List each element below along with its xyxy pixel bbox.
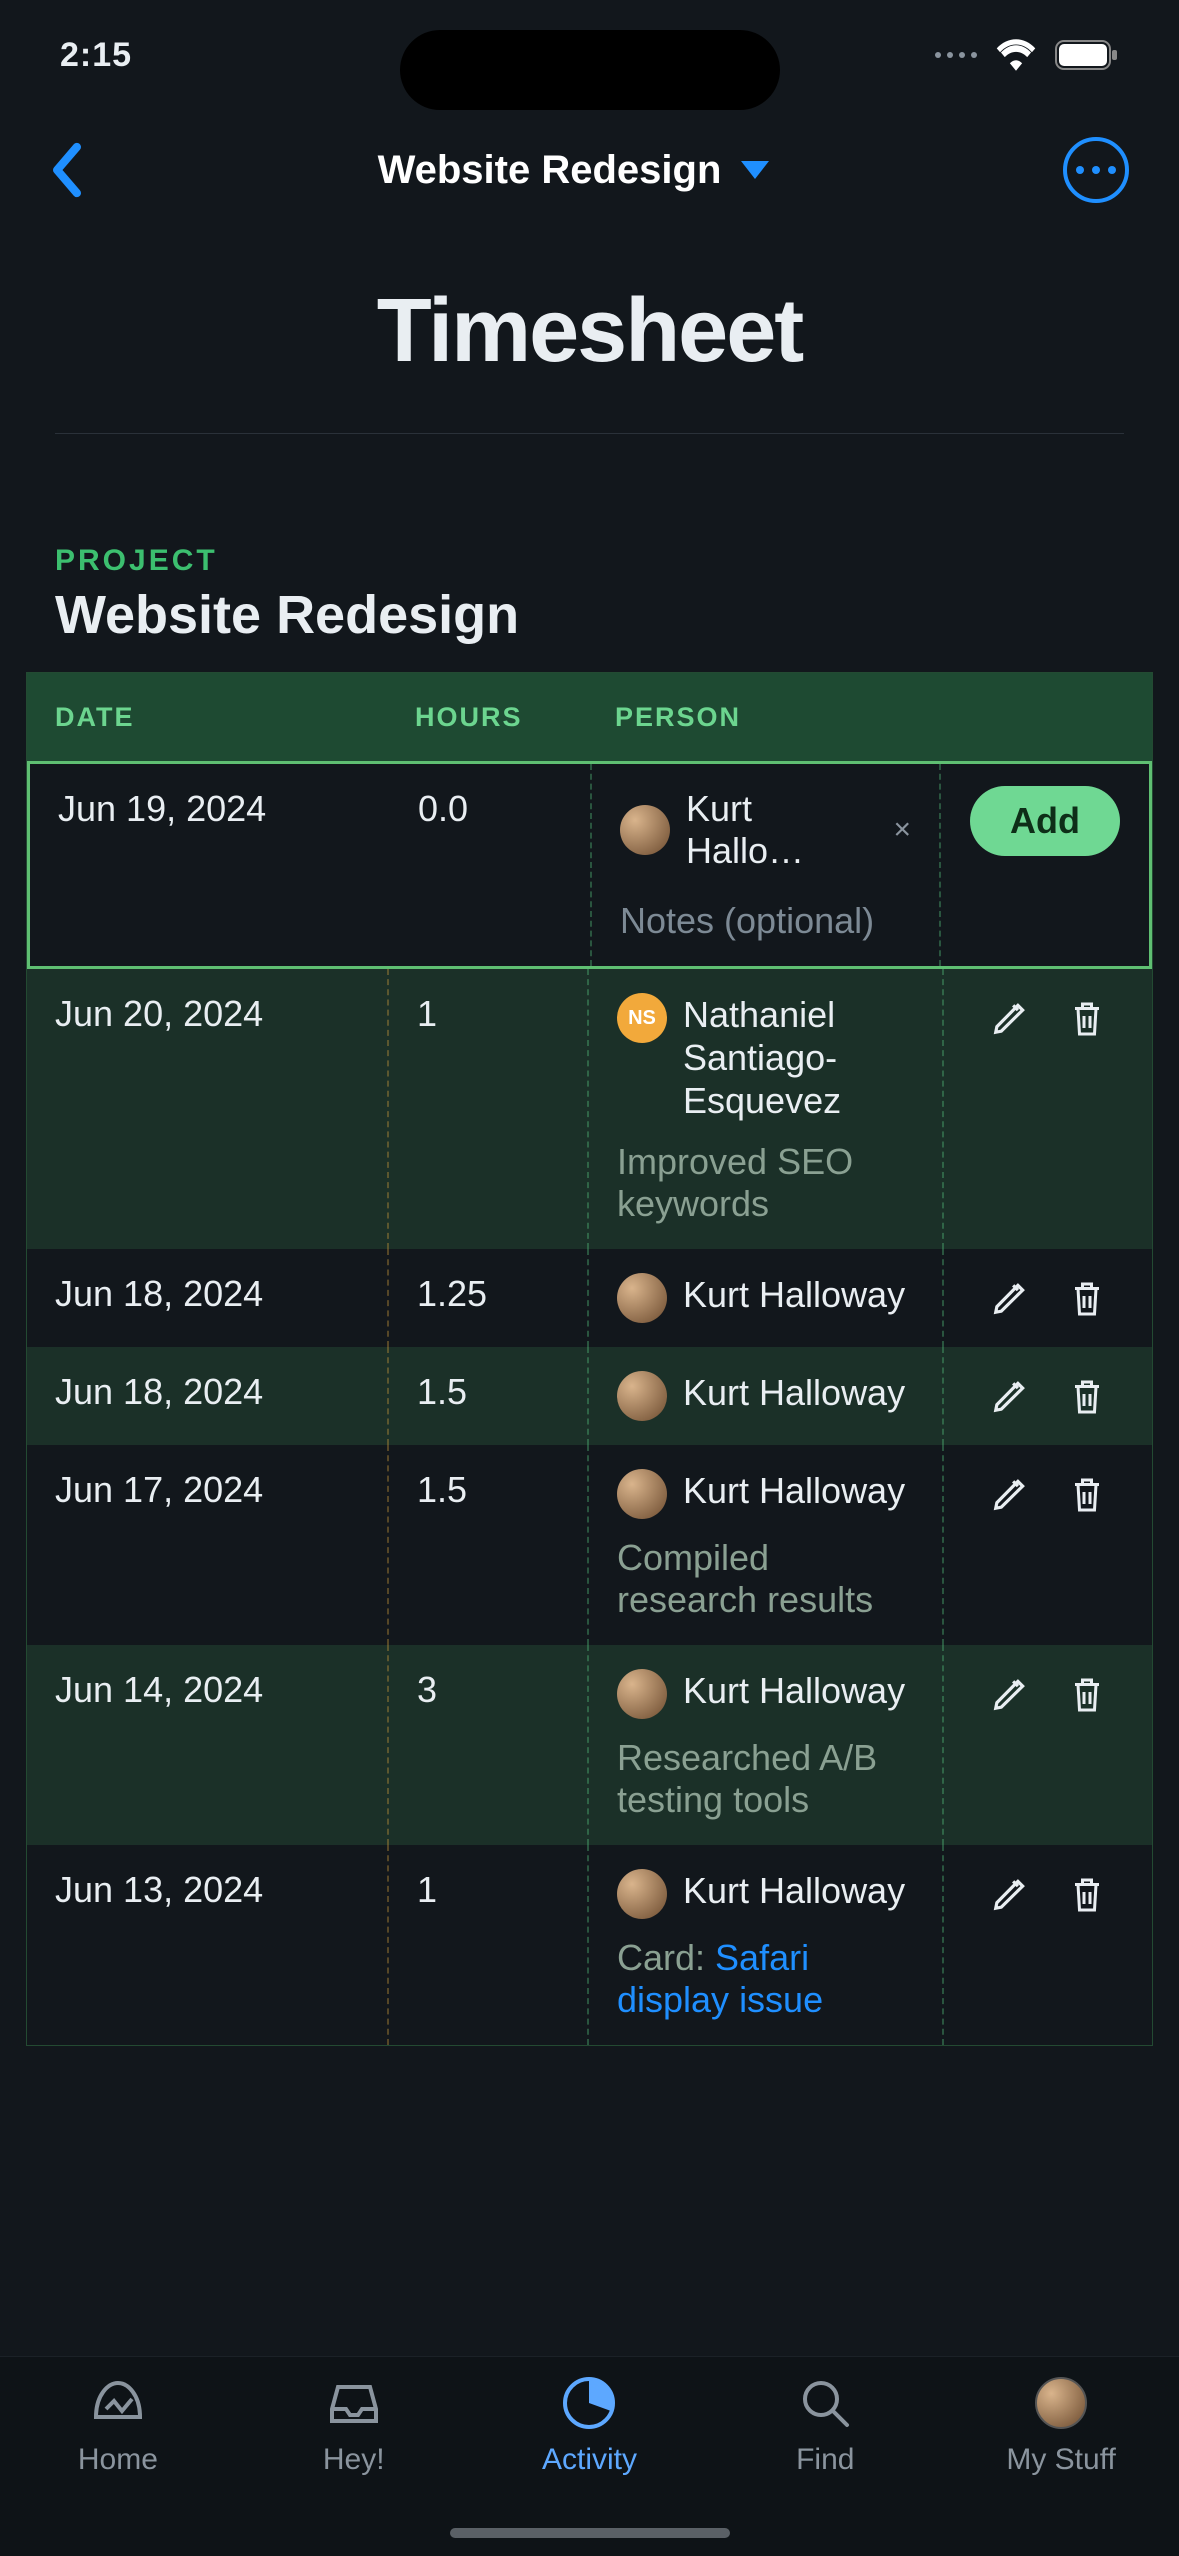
tab-label: Home bbox=[78, 2443, 158, 2477]
battery-icon bbox=[1055, 40, 1119, 70]
home-icon bbox=[88, 2375, 148, 2431]
col-person: PERSON bbox=[587, 702, 942, 733]
search-icon bbox=[797, 2375, 853, 2431]
entry-hours: 3 bbox=[387, 1645, 587, 1845]
entry-person: Nathaniel Santiago-Esquevez bbox=[683, 993, 914, 1123]
new-entry-person: Kurt Hallo… bbox=[686, 788, 859, 872]
page-title: Timesheet bbox=[0, 280, 1179, 383]
avatar bbox=[617, 1869, 667, 1919]
nav-bar: Website Redesign bbox=[0, 110, 1179, 230]
status-time: 2:15 bbox=[60, 36, 260, 75]
new-entry-hours[interactable]: 0.0 bbox=[390, 764, 590, 966]
entry-date: Jun 18, 2024 bbox=[27, 1249, 387, 1347]
entry-notes: Card: Safari display issue bbox=[617, 1937, 914, 2021]
tab-label: My Stuff bbox=[1006, 2443, 1115, 2477]
edit-button[interactable] bbox=[991, 1377, 1029, 1415]
new-entry-date[interactable]: Jun 19, 2024 bbox=[30, 764, 390, 966]
new-entry-notes-input[interactable]: Notes (optional) bbox=[620, 900, 911, 942]
delete-button[interactable] bbox=[1069, 1377, 1105, 1417]
entry-date: Jun 17, 2024 bbox=[27, 1445, 387, 1645]
edit-button[interactable] bbox=[991, 1279, 1029, 1317]
divider bbox=[55, 433, 1124, 434]
delete-button[interactable] bbox=[1069, 999, 1105, 1039]
new-entry-row: Jun 19, 2024 0.0 Kurt Hallo… × Notes (op… bbox=[27, 761, 1152, 969]
avatar bbox=[617, 1273, 667, 1323]
section-label: PROJECT bbox=[0, 544, 1179, 578]
delete-button[interactable] bbox=[1069, 1675, 1105, 1715]
device-notch bbox=[400, 30, 780, 110]
avatar bbox=[620, 805, 670, 855]
col-hours: HOURS bbox=[387, 702, 587, 733]
entry-hours: 1 bbox=[387, 969, 587, 1249]
entry-hours: 1.5 bbox=[387, 1347, 587, 1445]
table-row: Jun 18, 2024 1.25 Kurt Halloway bbox=[27, 1249, 1152, 1347]
entry-date: Jun 14, 2024 bbox=[27, 1645, 387, 1845]
avatar-icon bbox=[1035, 2375, 1087, 2431]
avatar bbox=[617, 1469, 667, 1519]
entry-notes: Researched A/B testing tools bbox=[617, 1737, 914, 1821]
entry-person: Kurt Halloway bbox=[683, 1371, 905, 1414]
project-switcher[interactable]: Website Redesign bbox=[378, 148, 770, 193]
delete-button[interactable] bbox=[1069, 1875, 1105, 1915]
entry-date: Jun 13, 2024 bbox=[27, 1845, 387, 2045]
tab-label: Find bbox=[796, 2443, 854, 2477]
entry-date: Jun 18, 2024 bbox=[27, 1347, 387, 1445]
tab-label: Hey! bbox=[323, 2443, 385, 2477]
entry-hours: 1.25 bbox=[387, 1249, 587, 1347]
avatar bbox=[617, 1669, 667, 1719]
table-row: Jun 20, 2024 1 NS Nathaniel Santiago-Esq… bbox=[27, 969, 1152, 1249]
edit-button[interactable] bbox=[991, 1475, 1029, 1513]
tab-label: Activity bbox=[542, 2443, 637, 2477]
status-bar: 2:15 bbox=[0, 0, 1179, 110]
tab-bar: Home Hey! Activity Find My Stuff bbox=[0, 2356, 1179, 2556]
entry-hours: 1 bbox=[387, 1845, 587, 2045]
entry-date: Jun 20, 2024 bbox=[27, 969, 387, 1249]
avatar bbox=[617, 1371, 667, 1421]
delete-button[interactable] bbox=[1069, 1475, 1105, 1515]
entry-person: Kurt Halloway bbox=[683, 1273, 905, 1316]
entry-hours: 1.5 bbox=[387, 1445, 587, 1645]
home-indicator bbox=[450, 2528, 730, 2538]
timesheet-table: DATE HOURS PERSON Jun 19, 2024 0.0 Kurt … bbox=[26, 672, 1153, 2046]
tab-home[interactable]: Home bbox=[0, 2375, 236, 2556]
entry-person: Kurt Halloway bbox=[683, 1669, 905, 1712]
project-name: Website Redesign bbox=[0, 584, 1179, 646]
chevron-down-icon bbox=[741, 161, 769, 179]
col-date: DATE bbox=[27, 702, 387, 733]
activity-icon bbox=[561, 2375, 617, 2431]
table-row: Jun 17, 2024 1.5 Kurt Halloway Compiled … bbox=[27, 1445, 1152, 1645]
clear-person-icon[interactable]: × bbox=[893, 813, 911, 847]
wifi-icon bbox=[995, 39, 1037, 71]
cellular-icon bbox=[935, 52, 977, 58]
edit-button[interactable] bbox=[991, 1675, 1029, 1713]
entry-person: Kurt Halloway bbox=[683, 1869, 905, 1912]
tab-find[interactable]: Find bbox=[707, 2375, 943, 2556]
inbox-icon bbox=[326, 2375, 382, 2431]
table-row: Jun 13, 2024 1 Kurt Halloway Card: Safar… bbox=[27, 1845, 1152, 2045]
nav-title: Website Redesign bbox=[378, 148, 722, 193]
edit-button[interactable] bbox=[991, 999, 1029, 1037]
edit-button[interactable] bbox=[991, 1875, 1029, 1913]
new-entry-person-chip[interactable]: Kurt Hallo… × bbox=[620, 788, 911, 872]
delete-button[interactable] bbox=[1069, 1279, 1105, 1319]
table-header: DATE HOURS PERSON bbox=[27, 673, 1152, 761]
back-button[interactable] bbox=[50, 142, 84, 198]
entry-notes: Improved SEO keywords bbox=[617, 1141, 914, 1225]
tab-hey[interactable]: Hey! bbox=[236, 2375, 472, 2556]
avatar-initials: NS bbox=[617, 993, 667, 1043]
entry-notes: Compiled research results bbox=[617, 1537, 914, 1621]
tab-mystuff[interactable]: My Stuff bbox=[943, 2375, 1179, 2556]
add-button[interactable]: Add bbox=[970, 786, 1120, 856]
table-row: Jun 14, 2024 3 Kurt Halloway Researched … bbox=[27, 1645, 1152, 1845]
entry-person: Kurt Halloway bbox=[683, 1469, 905, 1512]
table-row: Jun 18, 2024 1.5 Kurt Halloway bbox=[27, 1347, 1152, 1445]
more-menu-button[interactable] bbox=[1063, 137, 1129, 203]
